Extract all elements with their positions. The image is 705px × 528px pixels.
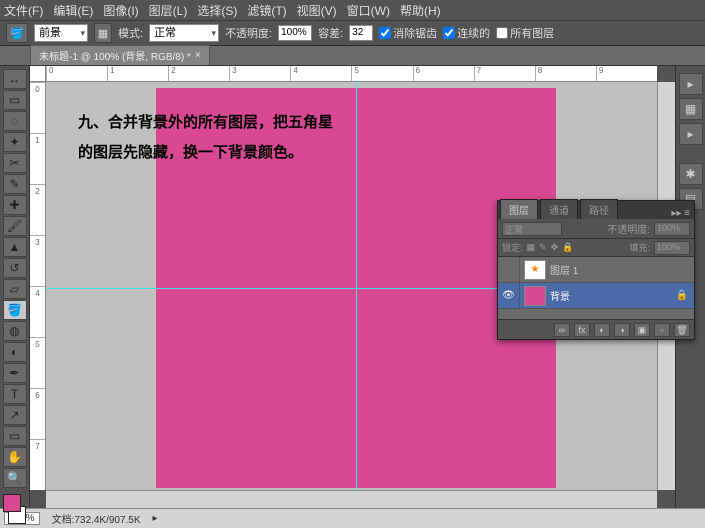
tab-layers[interactable]: 图层 [500, 199, 538, 219]
layer-thumb-star[interactable]: ★ [524, 260, 546, 280]
history-panel-icon[interactable]: ▦ [679, 98, 703, 120]
docsize-label: 文档:732.4K/907.5K [52, 511, 141, 526]
layers-list: ★ 图层 1 👁 背景 🔒 [498, 257, 694, 319]
panel-menu-icon[interactable]: ▸▸ ≡ [667, 208, 694, 219]
wand-tool[interactable]: ✦ [3, 132, 27, 152]
guide-vertical[interactable] [356, 82, 357, 490]
move-tool[interactable]: ↔ [3, 69, 27, 89]
eraser-tool[interactable]: ▱ [3, 279, 27, 299]
heal-tool[interactable]: ✚ [3, 195, 27, 215]
actions-panel-icon[interactable]: ▸ [679, 123, 703, 145]
layer-name[interactable]: 背景 [550, 288, 570, 303]
lock-brush-icon[interactable]: ✎ [539, 242, 547, 253]
fx-icon[interactable]: fx [574, 323, 590, 337]
mode-label: 模式: [118, 25, 143, 41]
menu-window[interactable]: 窗口(W) [347, 2, 390, 19]
hand-tool[interactable]: ✋ [3, 447, 27, 467]
blend-mode-dropdown[interactable]: 正常 [502, 222, 562, 236]
blur-tool[interactable]: ◍ [3, 321, 27, 341]
group-icon[interactable]: ▣ [634, 323, 650, 337]
pattern-picker[interactable]: ▦ [94, 23, 112, 43]
layer-opacity-label: 不透明度: [607, 221, 650, 236]
opacity-field[interactable]: 100% [278, 25, 312, 41]
document-tab-label: 未标题-1 @ 100% (背景, RGB/8) * [39, 48, 191, 63]
dodge-tool[interactable]: ◐ [3, 342, 27, 362]
eyedropper-tool[interactable]: ✎ [3, 174, 27, 194]
shape-tool[interactable]: ▭ [3, 426, 27, 446]
adjustment-icon[interactable]: ◑ [614, 323, 630, 337]
layer-row[interactable]: 👁 背景 🔒 [498, 283, 694, 309]
brush-tool[interactable]: 🖌 [3, 216, 27, 236]
layer-opacity-field[interactable]: 100% [654, 222, 690, 236]
zoom-tool[interactable]: 🔍 [3, 468, 27, 488]
layers-footer: ∞ fx ◐ ◑ ▣ ▫ 🗑 [498, 319, 694, 339]
pen-tool[interactable]: ✒ [3, 363, 27, 383]
menu-edit[interactable]: 编辑(E) [53, 2, 93, 19]
menu-help[interactable]: 帮助(H) [400, 2, 441, 19]
close-icon[interactable]: × [195, 50, 201, 61]
tab-paths[interactable]: 路径 [580, 199, 618, 219]
lock-all-icon[interactable]: 🔒 [562, 242, 573, 253]
toolbox: ↔ ▭ ◌ ✦ ✂ ✎ ✚ 🖌 ▲ ↺ ▱ 🪣 ◍ ◐ ✒ T ↗ ▭ ✋ 🔍 [0, 66, 30, 508]
menu-filter[interactable]: 滤镜(T) [247, 2, 286, 19]
ruler-vertical[interactable]: 01234567 [30, 82, 46, 490]
layer-thumb-bg[interactable] [524, 286, 546, 306]
fg-color-swatch[interactable] [3, 494, 21, 512]
ruler-horizontal[interactable]: 0123456789 [46, 66, 657, 82]
status-menu-icon[interactable]: ▸ [153, 513, 158, 524]
color-swatches[interactable] [3, 494, 26, 524]
tool-preset-icon[interactable]: 🪣 [6, 23, 28, 43]
lock-label: 锁定: [502, 241, 523, 254]
layer-name[interactable]: 图层 1 [550, 262, 578, 277]
layer-row[interactable]: ★ 图层 1 [498, 257, 694, 283]
menu-layer[interactable]: 图层(L) [149, 2, 188, 19]
mask-icon[interactable]: ◐ [594, 323, 610, 337]
fill-field[interactable]: 100% [654, 241, 690, 255]
crop-tool[interactable]: ✂ [3, 153, 27, 173]
scrollbar-horizontal[interactable] [46, 490, 657, 508]
ruler-origin[interactable] [30, 66, 46, 82]
expand-dock-icon[interactable]: ▸ [679, 73, 703, 95]
menu-file[interactable]: 文件(F) [4, 2, 43, 19]
navigator-panel-icon[interactable]: ✱ [679, 163, 703, 185]
type-tool[interactable]: T [3, 384, 27, 404]
new-layer-icon[interactable]: ▫ [654, 323, 670, 337]
options-bar: 🪣 前景 ▦ 模式: 正常 不透明度: 100% 容差: 32 消除锯齿 连续的… [0, 20, 705, 46]
layers-panel: 图层 通道 路径 ▸▸ ≡ 正常 不透明度: 100% 锁定: ▦ ✎ ✥ 🔒 … [497, 200, 695, 340]
annotation-text: 九、合并背景外的所有图层，把五角星 的图层先隐藏，换一下背景颜色。 [78, 108, 333, 168]
mode-dropdown[interactable]: 正常 [149, 24, 219, 42]
contiguous-checkbox[interactable]: 连续的 [443, 25, 490, 41]
fill-source-dropdown[interactable]: 前景 [34, 24, 88, 42]
lock-icon: 🔒 [676, 290, 688, 301]
status-bar: 100% 文档:732.4K/907.5K ▸ [0, 508, 705, 528]
link-layers-icon[interactable]: ∞ [554, 323, 570, 337]
lock-pixels-icon[interactable]: ▦ [527, 242, 536, 253]
path-tool[interactable]: ↗ [3, 405, 27, 425]
lasso-tool[interactable]: ◌ [3, 111, 27, 131]
fill-label: 填充: [629, 241, 650, 254]
history-brush-tool[interactable]: ↺ [3, 258, 27, 278]
opacity-label: 不透明度: [225, 25, 272, 41]
document-tabstrip: 未标题-1 @ 100% (背景, RGB/8) * × [0, 46, 705, 66]
menu-bar: 文件(F) 编辑(E) 图像(I) 图层(L) 选择(S) 滤镜(T) 视图(V… [0, 0, 705, 20]
tolerance-label: 容差: [318, 25, 343, 41]
visibility-toggle[interactable] [498, 257, 520, 282]
antialias-checkbox[interactable]: 消除锯齿 [379, 25, 437, 41]
menu-select[interactable]: 选择(S) [197, 2, 237, 19]
alllayers-checkbox[interactable]: 所有图层 [496, 25, 554, 41]
stamp-tool[interactable]: ▲ [3, 237, 27, 257]
document-tab[interactable]: 未标题-1 @ 100% (背景, RGB/8) * × [30, 45, 210, 65]
visibility-toggle[interactable]: 👁 [498, 283, 520, 308]
menu-image[interactable]: 图像(I) [103, 2, 138, 19]
menu-view[interactable]: 视图(V) [297, 2, 337, 19]
bucket-tool[interactable]: 🪣 [3, 300, 27, 320]
tolerance-field[interactable]: 32 [349, 25, 373, 41]
trash-icon[interactable]: 🗑 [674, 323, 690, 337]
lock-move-icon[interactable]: ✥ [551, 242, 559, 253]
marquee-tool[interactable]: ▭ [3, 90, 27, 110]
tab-channels[interactable]: 通道 [540, 199, 578, 219]
